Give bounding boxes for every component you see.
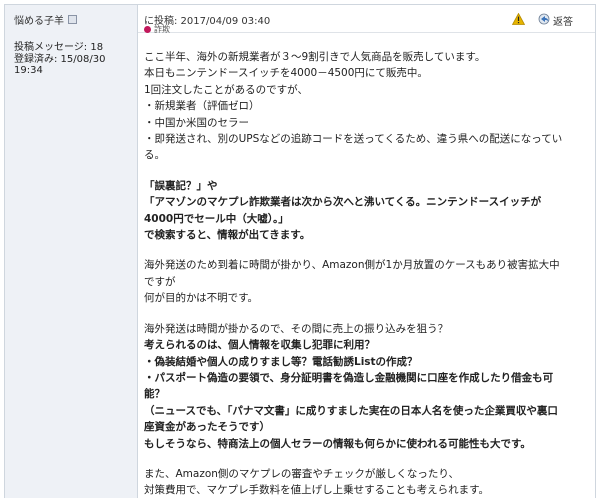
registered-time: 19:34 — [14, 65, 43, 76]
post-text-line: 4000円でセール中（大嘘）。」 — [144, 212, 289, 225]
user-badge-icon — [68, 15, 77, 24]
post-text-line: また、Amazon側のマケプレの審査やチェックが厳しくなったり、 — [144, 467, 460, 480]
post-text-line: ・中国か米国のセラー — [144, 116, 249, 129]
post-text-line: 能？ — [144, 388, 165, 401]
registered-date: 登録済み: 15/08/30 — [14, 53, 106, 65]
tag-dot-icon — [144, 26, 151, 33]
post-text-line: 「誤裏記？」や — [144, 179, 218, 192]
post-text-line: 本日もニンテンドースイッチを4000－4500円にて販売中。 — [144, 67, 428, 80]
post-text-line: 座資金があったそうです） — [144, 421, 270, 434]
post-text-line: ・偽装結婚や個人の成りすまし等？電話勧誘Listの作成？ — [144, 355, 418, 368]
post-body: ここ半年、海外の新規業者が３～9割引きで人気商品を販売しています。 本日もニンテン… — [144, 49, 595, 498]
post-text-line: ・パスポート偽造の要領で、身分証明書を偽造し金融機関に口座を作成したり借金も可 — [144, 371, 554, 384]
post-text-line: ここ半年、海外の新規業者が３～9割引きで人気商品を販売しています。 — [144, 51, 486, 63]
author-panel: 悩める子羊 投稿メッセージ: 18 登録済み: 15/08/30 19:34 — [5, 5, 138, 498]
post-content: に投稿: 2017/04/09 03:40 詐欺 返答 ここ半年、海外の新規業者… — [138, 5, 595, 498]
post-text-line: もしそうなら、特商法上の個人セラーの情報も何らかに使われる可能性も大です。 — [144, 437, 531, 450]
author-info: 悩める子羊 — [14, 12, 77, 27]
post-text-line: 海外発送のため到着に時間が掛かり、Amazon側が1か月放置のケースもあり被害拡… — [144, 259, 560, 272]
post-text-line: 対策費用で、マケプレ手数料を値上げし上乗せすることも考えられます。 — [144, 484, 490, 497]
post-text-line: で検索すると、情報が出てきます。 — [144, 229, 311, 242]
post-text-line: ・新規業者（評価ゼロ） — [144, 100, 260, 113]
posts-count: 投稿メッセージ: 18 — [14, 42, 104, 53]
warning-icon[interactable] — [512, 13, 525, 25]
post-text-line: ですが — [144, 275, 176, 288]
post-text-line: 海外発送は時間が掛かるので、その間に売上の振り込みを狙う？ — [144, 322, 449, 335]
reply-button[interactable]: 返答 — [553, 13, 573, 28]
post-text-line: 「アマゾンのマケプレ詐欺業者は次から次へと沸いてくる。ニンテンドースイッチが — [144, 196, 542, 209]
author-meta: 投稿メッセージ: 18 登録済み: 15/08/30 19:34 — [14, 42, 105, 77]
post-header: に投稿: 2017/04/09 03:40 詐欺 返答 — [138, 5, 595, 35]
forum-post: 悩める子羊 投稿メッセージ: 18 登録済み: 15/08/30 19:34 に… — [4, 4, 596, 498]
post-text-line: 1回注文したことがあるのですが、 — [144, 83, 308, 96]
post-tag[interactable]: 詐欺 — [144, 24, 170, 35]
tag-label: 詐欺 — [154, 25, 170, 34]
reply-icon[interactable] — [538, 13, 551, 25]
post-text-line: 何が目的かは不明です。 — [144, 292, 259, 305]
post-text-line: ・即発送され、別のUPSなどの追跡コードを送ってくるため、違う県への配送になって… — [144, 133, 563, 146]
post-text-line: （ニュースでも、「パナマ文書」に成りすました実在の日本人名を使った企業買収や裏口 — [144, 404, 558, 417]
post-text-line: 考えられるのは、個人情報を収集し犯罪に利用？ — [144, 339, 375, 352]
post-text-line: る。 — [144, 149, 165, 162]
author-name[interactable]: 悩める子羊 — [14, 12, 64, 27]
